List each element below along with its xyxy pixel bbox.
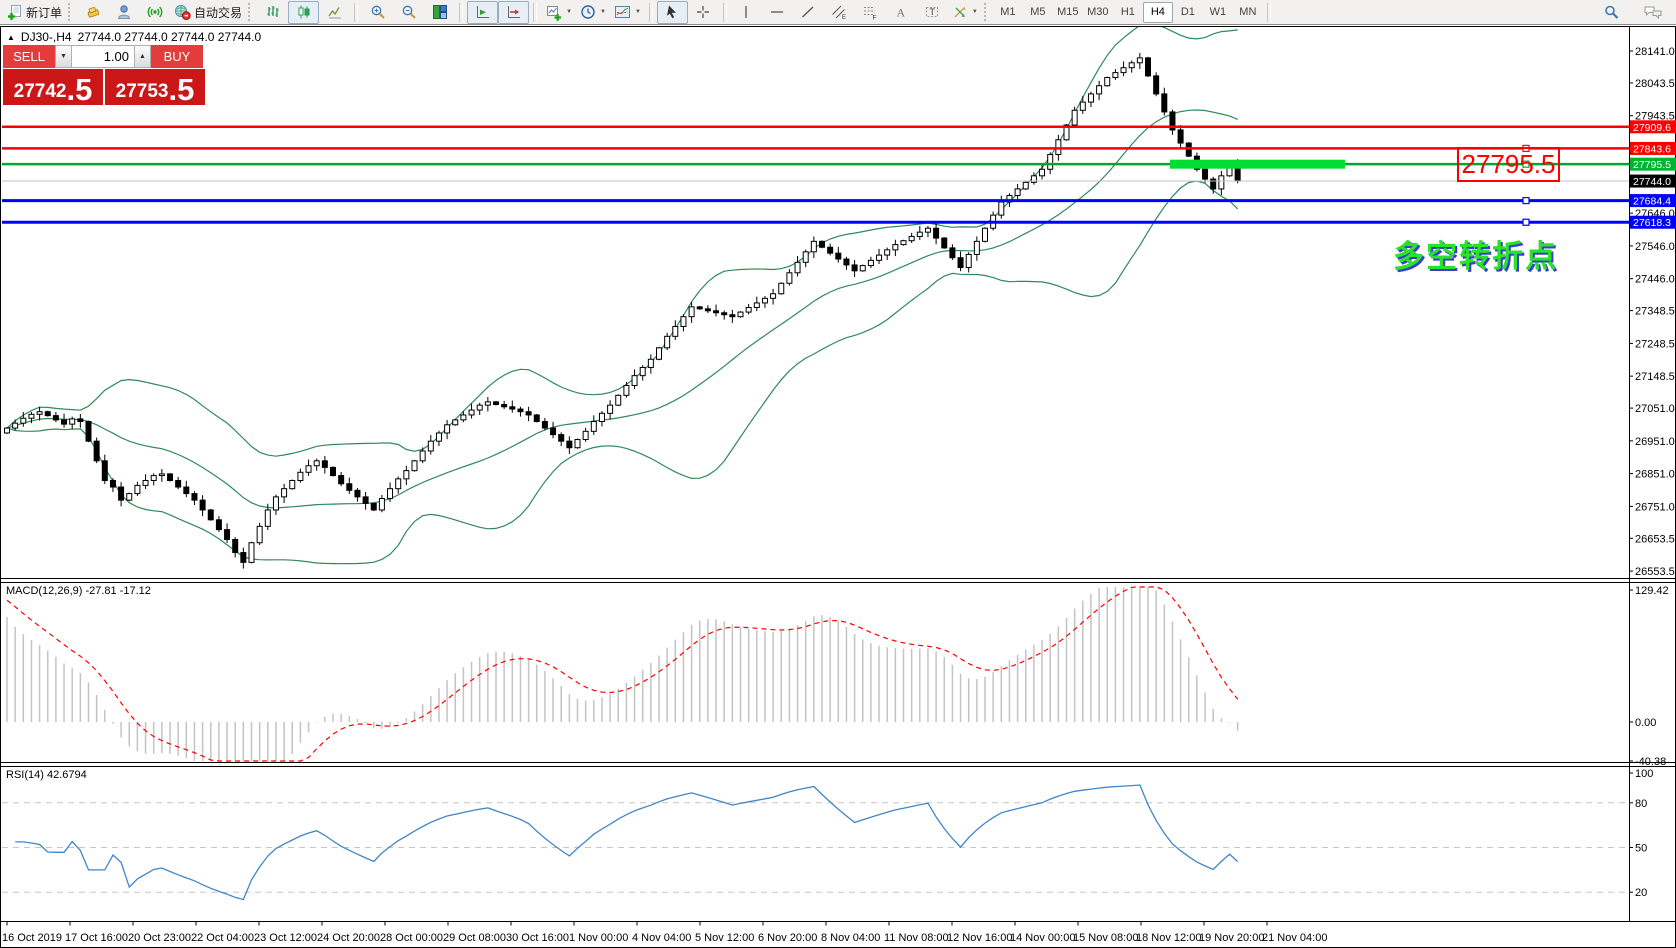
svg-text:100: 100 — [1635, 768, 1653, 780]
svg-text:26851.0: 26851.0 — [1635, 469, 1675, 481]
svg-text:20 Oct 23:00: 20 Oct 23:00 — [128, 932, 191, 944]
svg-text:26653.5: 26653.5 — [1635, 533, 1675, 545]
svg-text:19 Nov 20:00: 19 Nov 20:00 — [1199, 932, 1264, 944]
sell-price-frac: .5 — [66, 78, 92, 103]
svg-text:4 Nov 04:00: 4 Nov 04:00 — [632, 932, 691, 944]
svg-text:29 Oct 08:00: 29 Oct 08:00 — [443, 932, 506, 944]
svg-text:18 Nov 12:00: 18 Nov 12:00 — [1136, 932, 1201, 944]
buy-button[interactable]: BUY — [151, 45, 203, 68]
title-marker-icon: ▲ — [7, 33, 15, 42]
svg-text:12 Nov 16:00: 12 Nov 16:00 — [947, 932, 1012, 944]
chart-title: ▲ DJ30-,H4 27744.0 27744.0 27744.0 27744… — [7, 30, 261, 44]
svg-text:26751.0: 26751.0 — [1635, 501, 1675, 513]
svg-text:27795.5: 27795.5 — [1633, 159, 1671, 171]
buy-price-main: 27753 — [116, 82, 169, 103]
buy-quote-button[interactable]: 27753 .5 — [105, 69, 205, 105]
svg-text:17 Oct 16:00: 17 Oct 16:00 — [65, 932, 128, 944]
svg-text:27546.0: 27546.0 — [1635, 241, 1675, 253]
volume-down-button[interactable]: ▼ — [55, 45, 72, 68]
chart-title-ohlc: 27744.0 27744.0 27744.0 27744.0 — [78, 30, 262, 44]
svg-text:26951.0: 26951.0 — [1635, 436, 1675, 448]
svg-text:27348.5: 27348.5 — [1635, 306, 1675, 318]
svg-text:23 Oct 12:00: 23 Oct 12:00 — [254, 932, 317, 944]
svg-text:8 Nov 04:00: 8 Nov 04:00 — [821, 932, 880, 944]
trading-terminal: { "toolbar": { "new_order_label": "新订单",… — [0, 0, 1676, 948]
chart-title-symbol: DJ30-,H4 — [21, 30, 72, 44]
buy-price-frac: .5 — [168, 78, 194, 103]
svg-text:22 Oct 04:00: 22 Oct 04:00 — [191, 932, 254, 944]
svg-text:27446.0: 27446.0 — [1635, 274, 1675, 286]
svg-text:27618.3: 27618.3 — [1633, 217, 1671, 229]
svg-text:80: 80 — [1635, 798, 1647, 810]
svg-text:11 Nov 08:00: 11 Nov 08:00 — [884, 932, 949, 944]
svg-text:27051.0: 27051.0 — [1635, 403, 1675, 415]
svg-text:14 Nov 00:00: 14 Nov 00:00 — [1010, 932, 1075, 944]
sell-price-main: 27742 — [14, 82, 67, 103]
svg-text:5 Nov 12:00: 5 Nov 12:00 — [695, 932, 754, 944]
svg-text:28141.0: 28141.0 — [1635, 46, 1675, 58]
svg-text:20: 20 — [1635, 887, 1647, 899]
sell-quote-button[interactable]: 27742 .5 — [3, 69, 103, 105]
svg-text:1 Nov 00:00: 1 Nov 00:00 — [569, 932, 628, 944]
svg-text:16 Oct 2019: 16 Oct 2019 — [2, 932, 62, 944]
volume-up-button[interactable]: ▲ — [134, 45, 151, 68]
svg-text:-40.38: -40.38 — [1635, 756, 1666, 768]
spin-up-icon: ▲ — [139, 53, 146, 60]
price-callout-box[interactable]: 27795.5 — [1457, 147, 1560, 182]
svg-text:27684.4: 27684.4 — [1633, 196, 1671, 208]
svg-text:27843.6: 27843.6 — [1633, 143, 1671, 155]
svg-text:28 Oct 00:00: 28 Oct 00:00 — [380, 932, 443, 944]
rsi-indicator-label: RSI(14) 42.6794 — [6, 769, 87, 781]
spin-down-icon: ▼ — [60, 53, 67, 60]
svg-text:27148.5: 27148.5 — [1635, 371, 1675, 383]
chart-canvas[interactable]: 28141.028043.527943.527646.027546.027446… — [0, 0, 1676, 948]
svg-text:6 Nov 20:00: 6 Nov 20:00 — [758, 932, 817, 944]
svg-text:27248.5: 27248.5 — [1635, 338, 1675, 350]
svg-text:129.42: 129.42 — [1635, 585, 1669, 597]
svg-text:0.00: 0.00 — [1635, 717, 1656, 729]
sell-button[interactable]: SELL — [3, 45, 55, 68]
macd-indicator-label: MACD(12,26,9) -27.81 -17.12 — [6, 585, 151, 597]
svg-text:27744.0: 27744.0 — [1633, 176, 1671, 188]
svg-text:15 Nov 08:00: 15 Nov 08:00 — [1073, 932, 1138, 944]
svg-text:26553.5: 26553.5 — [1635, 566, 1675, 578]
svg-text:21 Nov 04:00: 21 Nov 04:00 — [1262, 932, 1327, 944]
svg-text:27909.6: 27909.6 — [1633, 122, 1671, 134]
one-click-trade-panel: SELL ▼ 1.00 ▲ BUY 27742 .5 27753 .5 — [3, 45, 205, 105]
svg-text:50: 50 — [1635, 843, 1647, 855]
svg-text:28043.5: 28043.5 — [1635, 78, 1675, 90]
volume-input[interactable]: 1.00 — [72, 45, 134, 68]
svg-text:24 Oct 20:00: 24 Oct 20:00 — [317, 932, 380, 944]
svg-text:30 Oct 16:00: 30 Oct 16:00 — [506, 932, 569, 944]
turning-point-note[interactable]: 多空转折点 — [1393, 231, 1558, 276]
